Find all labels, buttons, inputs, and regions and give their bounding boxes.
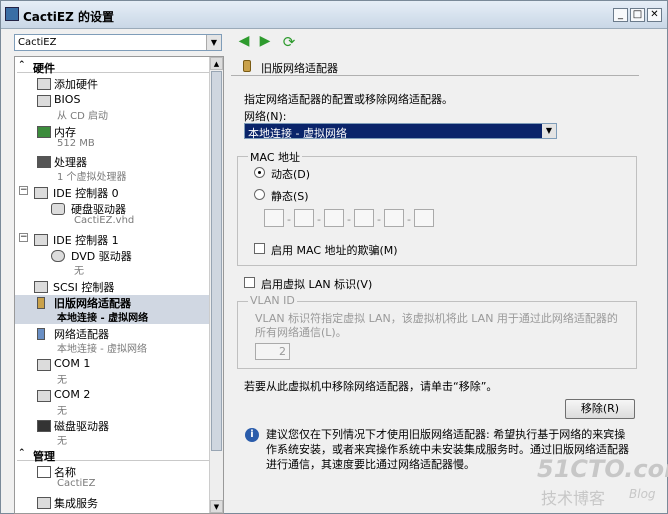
- sidebar-item-hard-drive[interactable]: 硬盘驱动器 CactiEZ.vhd: [15, 201, 210, 229]
- vlan-id-value: 2: [279, 345, 286, 358]
- sidebar-item-add-hardware[interactable]: 添加硬件: [15, 76, 210, 91]
- panel-header: 旧版网络适配器: [231, 56, 639, 76]
- sidebar-item-integration-services[interactable]: 集成服务: [15, 495, 210, 510]
- title-bar: CactiEZ 的设置 _ □ ✕: [1, 1, 667, 29]
- memory-icon: [37, 126, 51, 138]
- chevron-down-icon[interactable]: ▼: [542, 124, 556, 138]
- scroll-down-icon[interactable]: ▼: [210, 500, 223, 513]
- sidebar-item-dvd-drive[interactable]: DVD 驱动器 无: [15, 248, 210, 277]
- back-arrow-icon[interactable]: ◀: [236, 33, 252, 51]
- refresh-icon[interactable]: ⟳: [281, 33, 297, 51]
- com-port-icon: [37, 390, 51, 402]
- sidebar-item-bios[interactable]: BIOS 从 CD 启动: [15, 93, 210, 122]
- vlan-enable-label: 启用虚拟 LAN 标识(V): [261, 278, 373, 291]
- collapse-chevron-icon[interactable]: ⌃: [18, 448, 26, 458]
- mac-octet-field[interactable]: [414, 209, 434, 227]
- sidebar-item-com2[interactable]: COM 2 无: [15, 388, 210, 417]
- sidebar-item-memory[interactable]: 内存 512 MB: [15, 124, 210, 152]
- add-hardware-icon: [37, 78, 51, 90]
- scroll-up-icon[interactable]: ▲: [210, 57, 223, 70]
- sidebar-item-name[interactable]: 名称 CactiEZ: [15, 464, 210, 492]
- vlan-enable-checkbox[interactable]: [244, 277, 255, 288]
- hard-drive-icon: [51, 203, 65, 215]
- watermark-site: 51CTO.com: [537, 455, 668, 483]
- network-label: 网络(N):: [244, 110, 287, 123]
- chevron-down-icon[interactable]: ▼: [206, 35, 221, 50]
- dvd-icon: [51, 250, 65, 262]
- dynamic-mac-radio[interactable]: [254, 167, 265, 178]
- panel-title: 旧版网络适配器: [261, 62, 338, 75]
- mac-group-title: MAC 地址: [248, 149, 302, 165]
- scsi-controller-icon: [34, 281, 48, 293]
- processor-icon: [37, 156, 51, 168]
- forward-arrow-icon[interactable]: ▶: [257, 33, 273, 51]
- panel-description: 指定网络适配器的配置或移除网络适配器。: [244, 93, 453, 106]
- network-adapter-icon: [243, 60, 251, 72]
- remove-button[interactable]: 移除(R): [565, 399, 635, 419]
- dynamic-mac-label: 动态(D): [271, 168, 311, 181]
- network-select-value: 本地连接 - 虚拟网络: [248, 127, 347, 140]
- mac-spoofing-checkbox[interactable]: [254, 243, 265, 254]
- settings-tree: ⌃ 硬件 添加硬件 BIOS 从 CD 启动 内存 512 MB 处理器 1 个…: [14, 56, 224, 514]
- sidebar-item-ide-controller-0[interactable]: − IDE 控制器 0: [15, 185, 210, 200]
- diskette-icon: [37, 420, 51, 432]
- sidebar-scrollbar[interactable]: ▲ ▼: [209, 57, 223, 513]
- mac-octet-field[interactable]: [354, 209, 374, 227]
- mac-octet-field[interactable]: [264, 209, 284, 227]
- network-adapter-icon: [37, 297, 45, 309]
- sidebar-item-network-adapter[interactable]: 网络适配器 本地连接 - 虚拟网络: [15, 326, 210, 355]
- sidebar-item-ide-controller-1[interactable]: − IDE 控制器 1: [15, 232, 210, 247]
- com-port-icon: [37, 359, 51, 371]
- settings-window: CactiEZ 的设置 _ □ ✕ CactiEZ ▼ ◀ ▶ ⟳ ⌃ 硬件 添…: [0, 0, 668, 514]
- sidebar-item-com1[interactable]: COM 1 无: [15, 357, 210, 386]
- minimize-button[interactable]: _: [613, 8, 628, 22]
- mac-spoofing-label: 启用 MAC 地址的欺骗(M): [271, 244, 398, 257]
- vlan-id-input[interactable]: 2: [255, 343, 290, 360]
- ide-controller-icon: [34, 234, 48, 246]
- vm-select-value: CactiEZ: [18, 37, 57, 48]
- collapse-chevron-icon[interactable]: ⌃: [18, 60, 26, 70]
- mac-octet-field[interactable]: [294, 209, 314, 227]
- info-icon: i: [245, 428, 259, 442]
- management-section-header[interactable]: ⌃ 管理: [17, 448, 209, 463]
- network-adapter-icon: [37, 328, 45, 340]
- static-mac-radio[interactable]: [254, 189, 265, 200]
- window-app-icon: [5, 7, 19, 21]
- mac-octet-field[interactable]: [384, 209, 404, 227]
- collapse-toggle-icon[interactable]: −: [19, 186, 28, 195]
- collapse-toggle-icon[interactable]: −: [19, 233, 28, 242]
- static-mac-label: 静态(S): [271, 190, 309, 203]
- network-select[interactable]: 本地连接 - 虚拟网络 ▼: [244, 123, 557, 140]
- settings-panel: 旧版网络适配器 指定网络适配器的配置或移除网络适配器。 网络(N): 本地连接 …: [231, 56, 641, 514]
- remove-hint: 若要从此虚拟机中移除网络适配器，请单击“移除”。: [244, 380, 498, 393]
- mac-octet-field[interactable]: [324, 209, 344, 227]
- name-icon: [37, 466, 51, 478]
- watermark: 51CTO.com 技术博客 Blog: [537, 455, 668, 510]
- window-title: CactiEZ 的设置: [23, 10, 114, 24]
- ide-controller-icon: [34, 187, 48, 199]
- hardware-section-header[interactable]: ⌃ 硬件: [17, 60, 209, 75]
- bios-icon: [37, 95, 51, 107]
- scroll-thumb[interactable]: [211, 71, 222, 451]
- sidebar-item-legacy-network-adapter[interactable]: 旧版网络适配器 本地连接 - 虚拟网络: [15, 295, 210, 324]
- vlan-description: VLAN 标识符指定虚拟 LAN，该虚拟机将此 LAN 用于通过此网络适配器的所…: [255, 312, 618, 339]
- sidebar-item-scsi-controller[interactable]: SCSI 控制器: [15, 279, 210, 294]
- sidebar-item-diskette-drive[interactable]: 磁盘驱动器 无: [15, 418, 210, 447]
- close-button[interactable]: ✕: [647, 8, 662, 22]
- integration-services-icon: [37, 497, 51, 509]
- sidebar-item-processor[interactable]: 处理器 1 个虚拟处理器: [15, 154, 210, 183]
- vm-select[interactable]: CactiEZ ▼: [14, 34, 222, 51]
- maximize-button[interactable]: □: [630, 8, 645, 22]
- vlan-group-title: VLAN ID: [248, 294, 297, 307]
- watermark-en: Blog: [629, 487, 656, 501]
- watermark-cn: 技术博客: [541, 489, 606, 508]
